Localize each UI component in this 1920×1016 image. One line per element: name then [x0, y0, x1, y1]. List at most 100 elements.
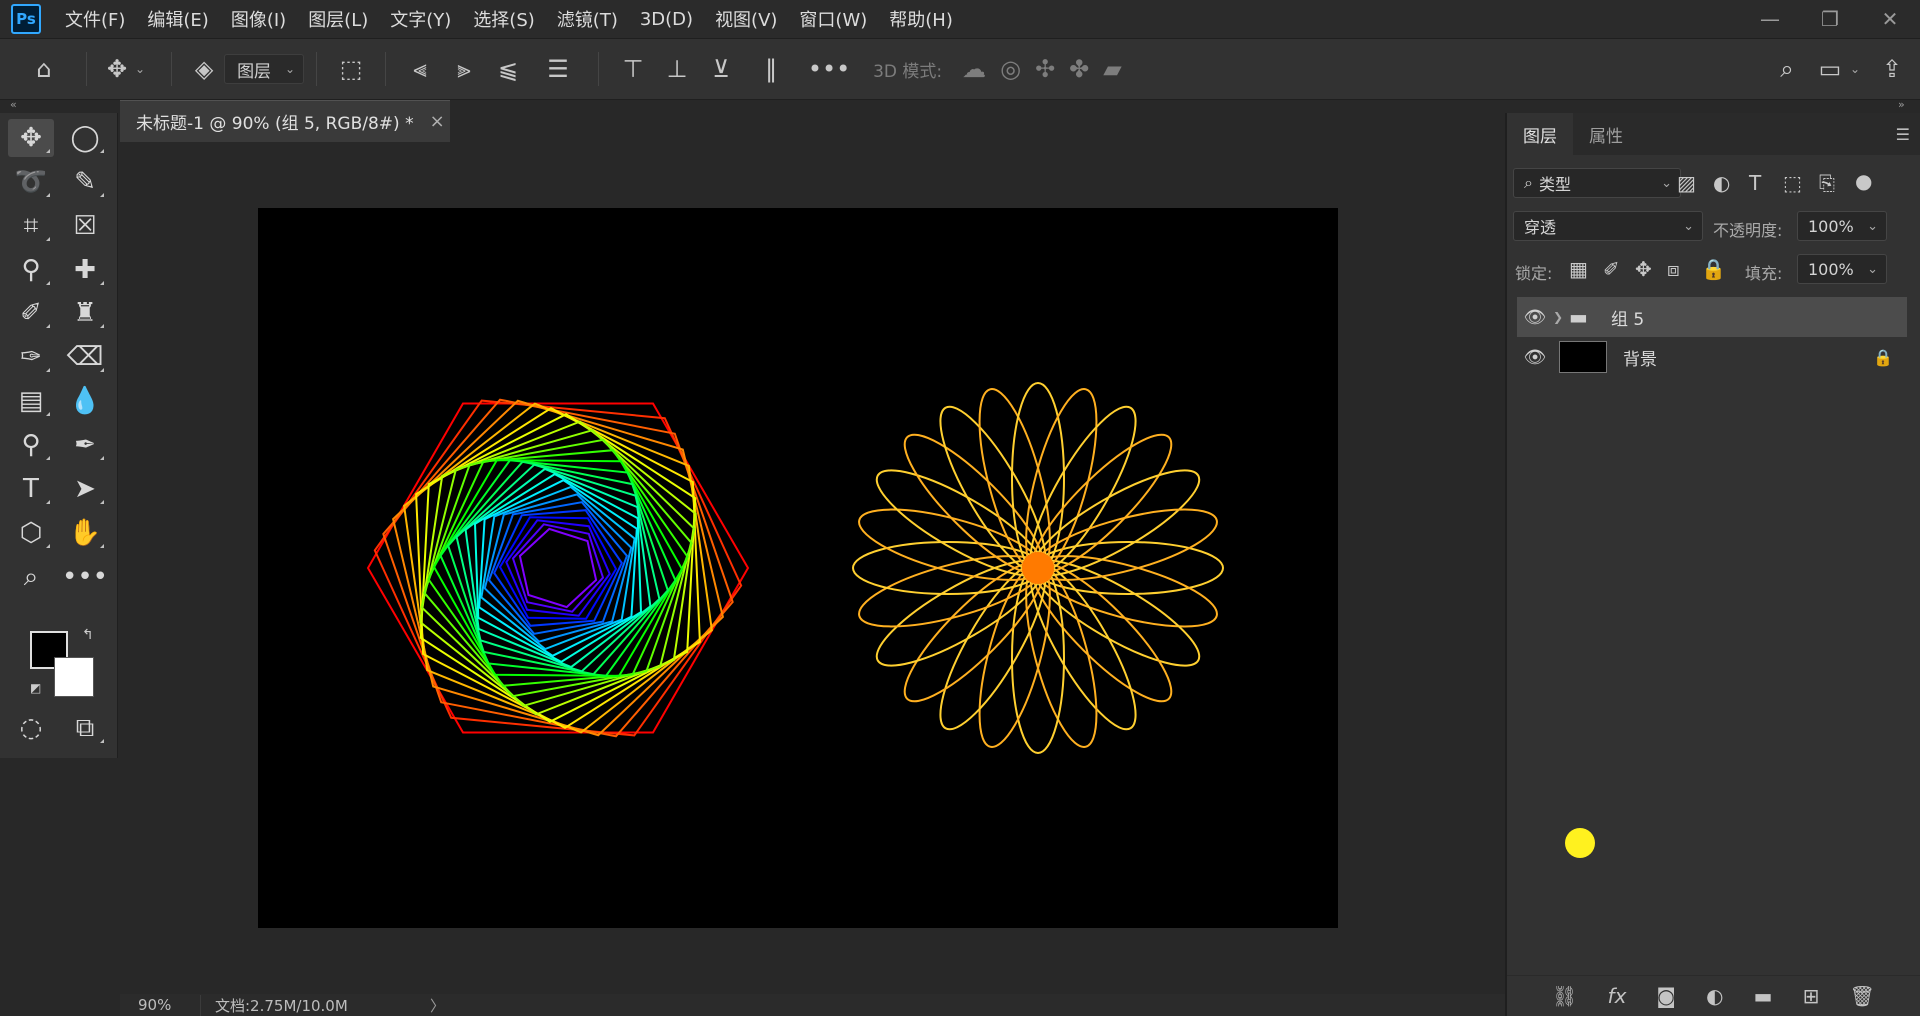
minimize-button[interactable]: — — [1740, 7, 1800, 31]
menu-window[interactable]: 窗口(W) — [799, 6, 867, 32]
menu-view[interactable]: 视图(V) — [715, 6, 777, 32]
frame-icon[interactable]: ☒ — [62, 207, 108, 245]
zoom-icon[interactable]: ⌕ — [8, 558, 54, 596]
menu-edit[interactable]: 编辑(E) — [147, 6, 208, 32]
default-colors-icon[interactable]: ◩ — [30, 681, 41, 695]
more-options-icon[interactable]: ••• — [799, 55, 859, 83]
menu-help[interactable]: 帮助(H) — [889, 6, 953, 32]
search-icon[interactable]: ⌕ — [1764, 55, 1810, 83]
distribute-horizontal-icon[interactable]: ‖ — [743, 55, 799, 83]
tab-layers[interactable]: 图层 — [1507, 113, 1573, 155]
trash-icon[interactable]: 🗑 — [1850, 984, 1875, 1008]
new-group-icon[interactable]: ▬ — [1754, 984, 1773, 1008]
screen-mode-icon[interactable]: ⧉ — [62, 709, 108, 747]
drag-3d-icon[interactable]: ✣ — [1035, 55, 1055, 83]
collapse-left-icon[interactable]: « — [10, 98, 17, 111]
link-layers-icon[interactable]: ⛓ — [1552, 984, 1577, 1008]
dodge-icon[interactable]: ⚲ — [8, 426, 54, 464]
filter-toggle-icon[interactable]: ● — [1855, 169, 1872, 193]
lock-transparent-icon[interactable]: ▦ — [1569, 257, 1588, 281]
lock-all-icon[interactable]: 🔒 — [1701, 257, 1726, 281]
path-selection-icon[interactable]: ➤ — [62, 470, 108, 508]
distribute-vertical-icon[interactable]: ☰ — [530, 55, 586, 83]
filter-type-icon[interactable]: T — [1749, 171, 1761, 195]
elliptical-marquee-icon[interactable]: ◯ — [62, 119, 108, 157]
gradient-icon[interactable]: ▤ — [8, 382, 54, 420]
move-tool-icon[interactable]: ✥ — [99, 55, 135, 83]
chevron-right-icon[interactable]: ❯ — [1553, 310, 1569, 324]
menu-type[interactable]: 文字(Y) — [390, 6, 451, 32]
auto-select-dropdown[interactable]: 图层 ⌄ — [224, 54, 305, 84]
move-tool-icon[interactable]: ✥ — [8, 119, 54, 157]
tab-properties[interactable]: 属性 — [1573, 113, 1639, 155]
menu-image[interactable]: 图像(I) — [231, 6, 286, 32]
filter-adjustment-icon[interactable]: ◐ — [1713, 171, 1730, 195]
menu-layer[interactable]: 图层(L) — [308, 6, 368, 32]
fx-icon[interactable]: fx — [1608, 984, 1627, 1008]
more-tools-icon[interactable]: ••• — [62, 558, 108, 596]
chevron-down-icon[interactable]: ⌄ — [1850, 62, 1860, 76]
new-layer-icon[interactable]: ⊞ — [1803, 984, 1820, 1008]
eye-icon[interactable]: 👁 — [1517, 347, 1553, 368]
blend-mode-dropdown[interactable]: 穿透 ⌄ — [1513, 211, 1703, 241]
adjustment-layer-icon[interactable]: ◐ — [1706, 984, 1723, 1008]
opacity-input[interactable]: 100% ⌄ — [1797, 211, 1887, 241]
auto-select-icon[interactable]: ◈ — [184, 55, 224, 83]
menu-filter[interactable]: 滤镜(T) — [557, 6, 618, 32]
close-button[interactable]: ✕ — [1860, 7, 1920, 31]
filter-smartobject-icon[interactable]: ⎘ — [1819, 171, 1835, 195]
eye-icon[interactable]: 👁 — [1517, 307, 1553, 328]
background-color-swatch[interactable] — [54, 657, 94, 697]
polygon-shape-icon[interactable]: ⬡ — [8, 514, 54, 552]
lock-pixels-icon[interactable]: ✐ — [1603, 257, 1620, 281]
slide-3d-icon[interactable]: ✤ — [1069, 55, 1089, 83]
quick-selection-icon[interactable]: ✎ — [62, 163, 108, 201]
transform-controls-icon[interactable]: ⬚ — [329, 55, 373, 83]
eraser-icon[interactable]: ⌫ — [62, 338, 108, 376]
home-icon[interactable]: ⌂ — [14, 55, 74, 83]
panel-menu-icon[interactable]: ☰ — [1896, 125, 1910, 144]
pen-icon[interactable]: ✒ — [62, 426, 108, 464]
filter-pixel-icon[interactable]: ▨ — [1677, 171, 1696, 195]
layer-row-background[interactable]: 👁 背景 🔒 — [1517, 337, 1907, 377]
crop-icon[interactable]: ⌗ — [8, 207, 54, 245]
menu-3d[interactable]: 3D(D) — [640, 9, 693, 30]
add-mask-icon[interactable]: ◙ — [1657, 984, 1676, 1008]
layer-row-group[interactable]: 👁 ❯ ▬ 组 5 — [1517, 297, 1907, 337]
align-top-icon[interactable]: ⊤ — [611, 55, 655, 83]
history-brush-icon[interactable]: ✑ — [8, 338, 54, 376]
orbit-3d-icon[interactable]: ☁ — [962, 55, 986, 83]
align-middle-icon[interactable]: ⊥ — [655, 55, 699, 83]
document-tab[interactable]: 未标题-1 @ 90% (组 5, RGB/8#) * × — [120, 100, 450, 142]
healing-brush-icon[interactable]: ✚ — [62, 251, 108, 289]
eyedropper-icon[interactable]: ⚲ — [8, 251, 54, 289]
align-center-icon[interactable]: ⫸ — [442, 55, 486, 83]
menu-file[interactable]: 文件(F) — [65, 6, 125, 32]
share-icon[interactable]: ⇪ — [1872, 55, 1912, 83]
swap-colors-icon[interactable]: ↰ — [82, 627, 94, 643]
quick-mask-icon[interactable]: ◌ — [8, 709, 54, 747]
status-arrow-icon[interactable]: 〉 — [430, 995, 445, 1016]
hand-icon[interactable]: ✋ — [62, 514, 108, 552]
collapse-right-icon[interactable]: » — [1898, 98, 1905, 111]
align-left-icon[interactable]: ⫷ — [398, 55, 442, 83]
lock-position-icon[interactable]: ✥ — [1635, 257, 1652, 281]
brush-icon[interactable]: ✐ — [8, 294, 54, 332]
camera-3d-icon[interactable]: ▰ — [1103, 55, 1121, 83]
roll-3d-icon[interactable]: ◎ — [1000, 55, 1021, 83]
filter-shape-icon[interactable]: ⬚ — [1783, 171, 1802, 195]
menu-select[interactable]: 选择(S) — [473, 6, 534, 32]
layer-filter-dropdown[interactable]: ⌕ 类型 ⌄ — [1513, 168, 1681, 198]
chevron-down-icon[interactable]: ⌄ — [135, 62, 145, 76]
document-canvas[interactable] — [258, 208, 1338, 928]
fill-input[interactable]: 100% ⌄ — [1797, 254, 1887, 284]
clone-stamp-icon[interactable]: ♜ — [62, 294, 108, 332]
lock-artboard-icon[interactable]: ⧈ — [1667, 257, 1680, 281]
align-bottom-icon[interactable]: ⊻ — [699, 55, 743, 83]
close-icon[interactable]: × — [430, 111, 445, 132]
blur-icon[interactable]: 💧 — [62, 382, 108, 420]
align-right-icon[interactable]: ⫹ — [486, 55, 530, 83]
lasso-icon[interactable]: ➰ — [8, 163, 54, 201]
document-info[interactable]: 文档:2.75M/10.0M — [200, 994, 410, 1016]
type-tool-icon[interactable]: T — [8, 470, 54, 508]
